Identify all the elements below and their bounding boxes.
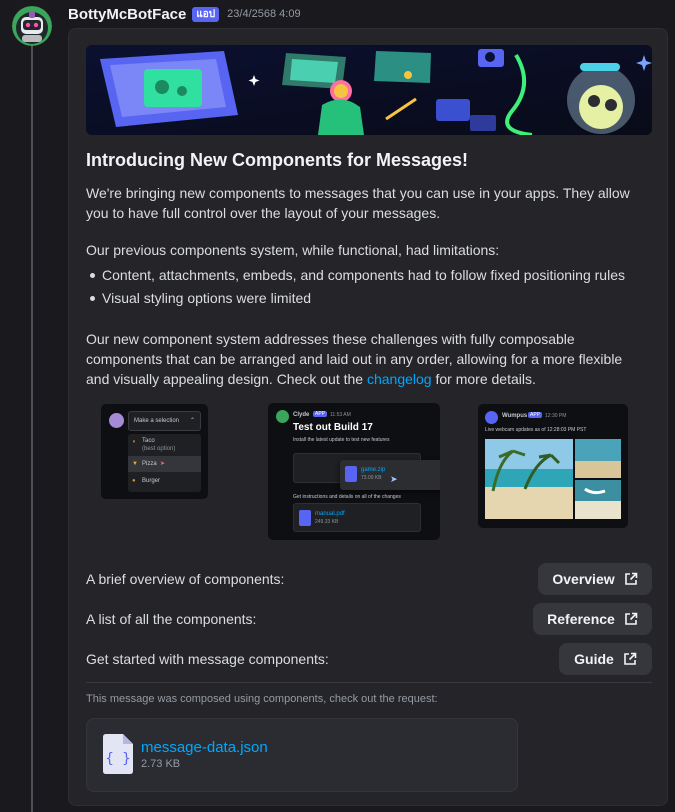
banner-image[interactable]	[86, 45, 652, 135]
external-link-icon	[624, 652, 637, 665]
reference-button[interactable]: Reference	[533, 603, 652, 635]
option-label: Pizza	[142, 461, 157, 467]
file-name: game.zip	[361, 467, 386, 473]
reference-label: A list of all the components:	[86, 611, 257, 627]
guide-label: Get started with message components:	[86, 651, 329, 667]
burger-icon: ●	[132, 478, 136, 484]
select-placeholder: Make a selection	[134, 418, 180, 424]
button-label: Overview	[552, 571, 615, 587]
list-item: Visual styling options were limited	[86, 287, 646, 310]
changelog-link[interactable]: changelog	[367, 371, 432, 387]
app-badge: APP	[528, 412, 543, 418]
avatar	[485, 411, 498, 424]
new-system-paragraph: Our new component system addresses these…	[86, 329, 646, 389]
shot-time: 12:30 PM	[545, 413, 567, 419]
new-system-text-end: for more details.	[431, 371, 536, 387]
file-name: manual.pdf	[315, 511, 345, 517]
select-dropdown: ◖ Taco (best option) ▼ Pizza ➤ ● Burger	[128, 434, 201, 492]
timestamp[interactable]: 23/4/2568 4:09	[227, 8, 300, 20]
intro-paragraph: We're bringing new components to message…	[86, 185, 630, 221]
cursor-icon: ➤	[160, 461, 166, 467]
app-badge: APP	[313, 411, 328, 417]
overview-button[interactable]: Overview	[538, 563, 652, 595]
option-sub: (best option)	[142, 446, 176, 452]
gallery-image-build-message[interactable]: Clyde APP 11:53 AM Test out Build 17 Ins…	[268, 403, 440, 540]
footer-note: This message was composed using componen…	[86, 693, 438, 705]
pizza-icon: ▼	[132, 461, 138, 467]
bot-avatar[interactable]	[12, 6, 52, 46]
separator	[86, 682, 652, 683]
author-name[interactable]: BottyMcBotFace	[68, 6, 186, 23]
app-badge: แอป	[192, 6, 220, 22]
avatar	[276, 410, 289, 423]
external-link-icon	[624, 572, 637, 585]
shot-text: Live webcam updates as of 12:28:03 PM PS…	[485, 427, 587, 433]
chevron-up-icon: ⌃	[189, 418, 195, 424]
button-label: Reference	[547, 611, 615, 627]
thread-line	[31, 44, 33, 812]
file-icon	[299, 510, 311, 526]
shot-author: Wumpus	[502, 413, 528, 419]
file-size: 2.73 KB	[141, 758, 181, 770]
external-link-icon	[625, 612, 638, 625]
media-gallery: Make a selection ⌃ ◖ Taco (best option) …	[86, 401, 652, 541]
json-file-icon: { }	[103, 734, 133, 774]
attachment-card-dragged: game.zip 73.09 KB ➤	[340, 460, 440, 490]
beach-photos	[485, 439, 621, 519]
guide-button[interactable]: Guide	[559, 643, 652, 675]
shot-subtitle: Install the latest update to test new fe…	[293, 437, 390, 443]
svg-text:{ }: { }	[105, 751, 130, 767]
file-size: 73.09 KB	[361, 475, 382, 481]
gallery-image-webcam[interactable]: Wumpus APP 12:30 PM Live webcam updates …	[478, 404, 628, 528]
cursor-icon: ➤	[390, 474, 398, 484]
previous-system-text: Our previous components system, while fu…	[86, 242, 500, 258]
shot-time: 11:53 AM	[330, 412, 351, 418]
message-title: Introducing New Components for Messages!	[86, 150, 469, 170]
shot-title: Test out Build 17	[293, 422, 373, 433]
button-label: Guide	[574, 651, 614, 667]
shot-instructions: Get instructions and details on all of t…	[293, 494, 401, 500]
file-attachment[interactable]: { } message-data.json 2.73 KB	[86, 718, 518, 792]
list-item: Content, attachments, embeds, and compon…	[86, 264, 646, 287]
limitations-list: Content, attachments, embeds, and compon…	[86, 264, 646, 310]
gallery-image-select-menu[interactable]: Make a selection ⌃ ◖ Taco (best option) …	[101, 404, 208, 499]
file-icon	[345, 466, 357, 482]
taco-icon: ◖	[132, 439, 136, 445]
option-label: Taco	[142, 438, 155, 444]
new-system-text: Our new component system addresses these…	[86, 331, 623, 387]
file-size: 249.33 KB	[315, 519, 339, 525]
avatar	[109, 413, 124, 428]
overview-label: A brief overview of components:	[86, 571, 285, 587]
components-container: Introducing New Components for Messages!…	[68, 28, 668, 806]
select-field: Make a selection ⌃	[128, 411, 201, 431]
file-name-link[interactable]: message-data.json	[141, 739, 268, 756]
shot-author: Clyde	[293, 412, 310, 418]
attachment-card: manual.pdf 249.33 KB	[293, 503, 421, 532]
option-label: Burger	[142, 478, 161, 484]
message-header: BottyMcBotFace แอป 23/4/2568 4:09	[68, 4, 301, 24]
